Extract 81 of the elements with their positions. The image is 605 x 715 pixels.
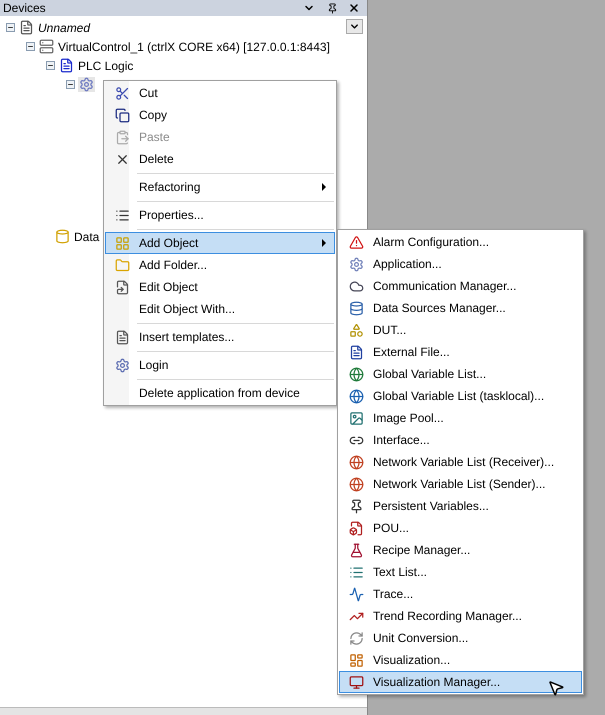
menu-item[interactable]: Visualization... (339, 649, 582, 671)
menu-item[interactable]: Trace... (339, 583, 582, 605)
folder-icon (115, 258, 130, 272)
menu-item[interactable]: Global Variable List... (339, 363, 582, 385)
dashboard-icon (349, 652, 364, 668)
pulse-icon (349, 586, 364, 602)
menu-item[interactable]: Data Sources Manager... (339, 297, 582, 319)
document-icon (19, 20, 34, 35)
document-icon (115, 330, 130, 344)
menu-item[interactable]: DUT... (339, 319, 582, 341)
globe-icon (349, 476, 364, 492)
document-icon (115, 280, 130, 294)
menu-item[interactable]: Interface... (339, 429, 582, 451)
list-icon (349, 564, 364, 580)
refresh-icon (349, 630, 364, 646)
node-label: Unnamed (38, 20, 90, 36)
menu-item[interactable]: Image Pool... (339, 407, 582, 429)
menu-item[interactable]: Persistent Variables... (339, 495, 582, 517)
menu-item[interactable]: Trend Recording Manager... (339, 605, 582, 627)
menu-item[interactable]: Network Variable List (Receiver)... (339, 451, 582, 473)
menu-item[interactable]: Delete (105, 148, 335, 170)
menu-item[interactable]: POU... (339, 517, 582, 539)
globe-icon (349, 366, 364, 382)
dropdown-button[interactable] (346, 19, 363, 34)
menu-item[interactable]: Application... (339, 253, 582, 275)
panel-title: Devices (3, 0, 47, 17)
gear-icon (115, 358, 130, 372)
document-icon (349, 344, 364, 360)
clipboard-icon (115, 130, 130, 144)
menu-item[interactable]: Copy (105, 104, 335, 126)
server-icon (39, 39, 54, 54)
close-icon[interactable] (348, 2, 360, 14)
shapes-icon (349, 322, 364, 338)
collapse-icon[interactable] (46, 61, 55, 70)
cloud-icon (349, 278, 364, 294)
grid-icon (115, 236, 130, 250)
node-row[interactable]: Data (54, 228, 100, 246)
menu-item[interactable]: Edit Object (105, 276, 335, 298)
flask-icon (349, 542, 364, 558)
document-icon (59, 58, 74, 73)
database-icon (349, 300, 364, 316)
node-row[interactable]: PLC Logic (58, 56, 134, 74)
menu-item[interactable]: External File... (339, 341, 582, 363)
warning-icon (349, 234, 364, 250)
menu-item[interactable]: Unit Conversion... (339, 627, 582, 649)
collapse-icon[interactable] (66, 80, 75, 89)
gear-icon (79, 77, 94, 92)
document-icon (349, 520, 364, 536)
collapse-icon[interactable] (26, 42, 35, 51)
menu-item[interactable]: Cut (105, 82, 335, 104)
menu-item[interactable]: Network Variable List (Sender)... (339, 473, 582, 495)
copy-icon (115, 108, 130, 122)
menu-item[interactable]: Edit Object With... (105, 298, 335, 320)
collapse-icon[interactable] (6, 23, 15, 32)
node-row[interactable] (78, 77, 95, 92)
list-icon (115, 208, 130, 222)
menu-item[interactable]: Login (105, 354, 335, 376)
menu-item[interactable]: Alarm Configuration... (339, 231, 582, 253)
menu-item[interactable]: Text List... (339, 561, 582, 583)
node-row[interactable]: Unnamed (18, 18, 92, 36)
globe-icon (349, 388, 364, 404)
image-icon (349, 410, 364, 426)
node-label: Data (74, 228, 100, 246)
monitor-icon (349, 674, 364, 690)
menu-item[interactable]: Add Object (105, 232, 335, 254)
globe-icon (349, 454, 364, 470)
menu-item[interactable]: Communication Manager... (339, 275, 582, 297)
cylinders-icon (55, 229, 70, 244)
scissors-icon (115, 86, 130, 100)
node-label: PLC Logic (78, 58, 134, 74)
gear-icon (349, 256, 364, 272)
menu-item[interactable]: Add Folder... (105, 254, 335, 276)
menu-item[interactable]: Delete application from device (105, 382, 335, 404)
pin-icon (349, 498, 364, 514)
menu-item[interactable]: Recipe Manager... (339, 539, 582, 561)
menu-item[interactable]: Insert templates... (105, 326, 335, 348)
pin-icon[interactable] (327, 2, 338, 14)
menu-item[interactable]: Global Variable List (tasklocal)... (339, 385, 582, 407)
menu-item[interactable]: Refactoring (105, 176, 335, 198)
menu-item[interactable]: Visualization Manager... (339, 671, 582, 693)
menu-item[interactable]: Properties... (105, 204, 335, 226)
